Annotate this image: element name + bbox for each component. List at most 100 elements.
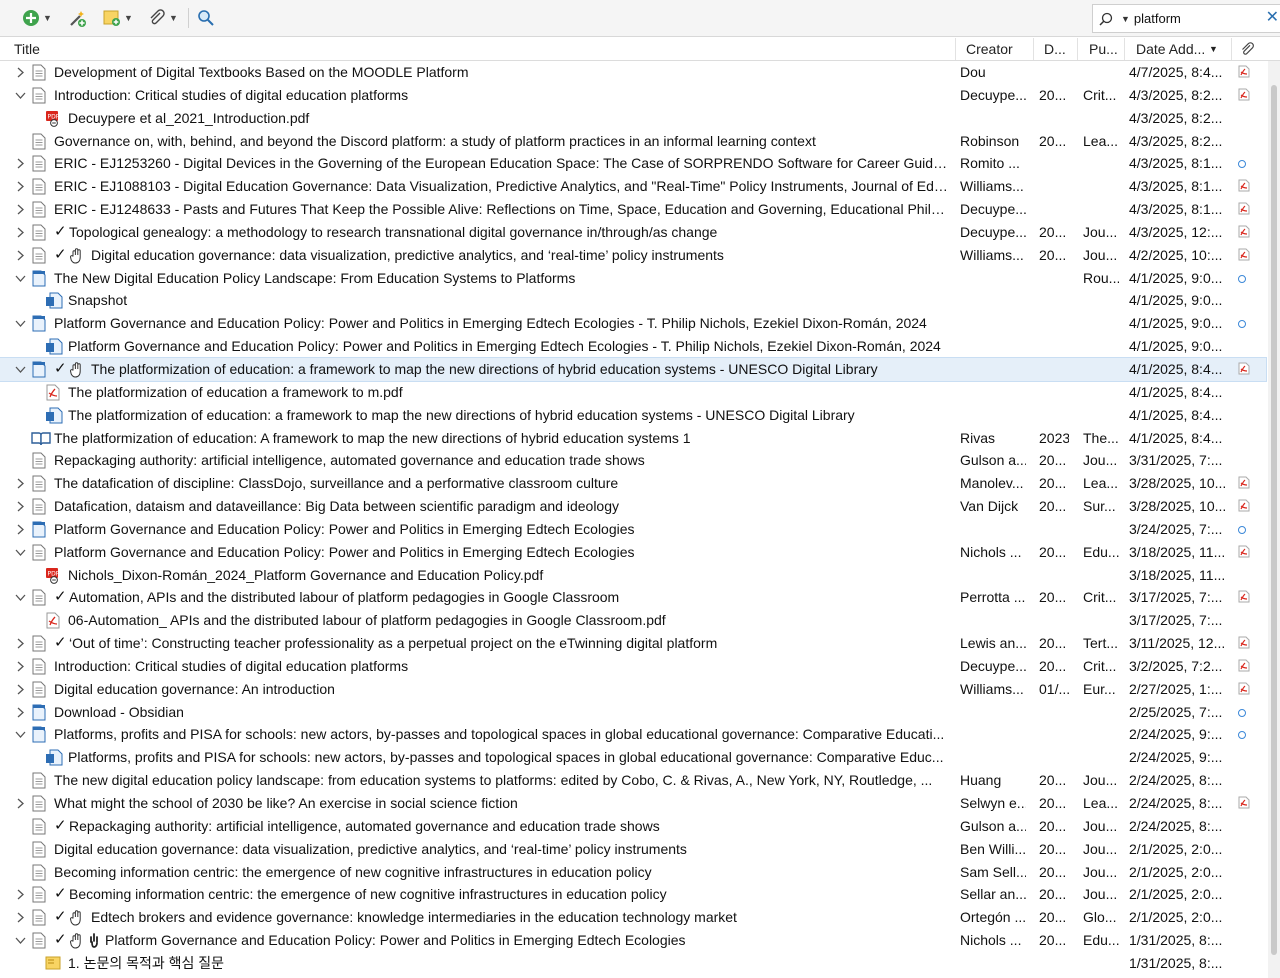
snapshot-attachment-icon[interactable] bbox=[1238, 312, 1256, 335]
column-divider[interactable] bbox=[955, 38, 956, 60]
chevron-right-icon[interactable] bbox=[15, 246, 27, 269]
column-title[interactable]: Title bbox=[14, 41, 40, 57]
scrollbar-thumb[interactable] bbox=[1271, 85, 1277, 955]
chevron-down-icon[interactable] bbox=[15, 588, 27, 611]
item-row[interactable]: Repackaging authority: artificial intell… bbox=[0, 449, 1266, 472]
clear-search-icon[interactable]: ✕ bbox=[1266, 7, 1279, 27]
column-divider[interactable] bbox=[1077, 38, 1078, 60]
chevron-down-icon[interactable] bbox=[15, 86, 27, 109]
item-row[interactable]: Digital education governance: data visua… bbox=[0, 838, 1266, 861]
chevron-right-icon[interactable] bbox=[15, 223, 27, 246]
add-by-identifier-button[interactable] bbox=[67, 6, 87, 30]
paperclip-icon[interactable] bbox=[1240, 42, 1255, 57]
item-row[interactable]: ✓ Topological genealogy: a methodology to… bbox=[0, 221, 1266, 244]
chevron-right-icon[interactable] bbox=[15, 908, 27, 931]
search-mode-dropdown[interactable]: ▼ bbox=[1121, 14, 1130, 24]
new-item-button[interactable]: ▼ bbox=[22, 6, 52, 30]
chevron-right-icon[interactable] bbox=[15, 794, 27, 817]
item-row[interactable]: Introduction: Critical studies of digita… bbox=[0, 655, 1266, 678]
chevron-right-icon[interactable] bbox=[15, 497, 27, 520]
chevron-down-icon[interactable] bbox=[15, 269, 27, 292]
item-row[interactable]: What might the school of 2030 be like? A… bbox=[0, 792, 1266, 815]
column-publication[interactable]: Pu... bbox=[1089, 41, 1118, 57]
column-divider[interactable] bbox=[1231, 38, 1232, 60]
snapshot-attachment-icon[interactable] bbox=[1238, 152, 1256, 175]
item-row[interactable]: ✓ The platformization of education: a fra… bbox=[0, 356, 1267, 383]
item-row[interactable]: Digital education governance: An introdu… bbox=[0, 678, 1266, 701]
chevron-right-icon[interactable] bbox=[15, 520, 27, 543]
attachment-row[interactable]: PDF Nichols_Dixon-Román_2024_Platform Gov… bbox=[0, 564, 1266, 587]
item-row[interactable]: ERIC - EJ1253260 - Digital Devices in th… bbox=[0, 152, 1266, 175]
chevron-down-icon[interactable] bbox=[15, 314, 27, 337]
pdf-attachment-icon[interactable] bbox=[1238, 632, 1256, 656]
pdf-attachment-icon[interactable] bbox=[1238, 655, 1256, 679]
chevron-right-icon[interactable] bbox=[15, 200, 27, 223]
attachment-row[interactable]: 1. 논문의 목적과 핵심 질문 1/31/2025, 8:... bbox=[0, 952, 1266, 975]
chevron-right-icon[interactable] bbox=[15, 474, 27, 497]
search-button[interactable] bbox=[197, 6, 215, 30]
item-row[interactable]: ✓ Digital education governance: data visu… bbox=[0, 244, 1266, 267]
chevron-right-icon[interactable] bbox=[15, 680, 27, 703]
chevron-down-icon[interactable] bbox=[15, 543, 27, 566]
item-row[interactable]: The platformization of education: A fram… bbox=[0, 427, 1266, 450]
pdf-attachment-icon[interactable] bbox=[1238, 175, 1256, 199]
pdf-attachment-icon[interactable] bbox=[1238, 472, 1256, 496]
chevron-down-icon[interactable] bbox=[15, 725, 27, 748]
snapshot-attachment-icon[interactable] bbox=[1238, 267, 1256, 290]
item-row[interactable]: Platform Governance and Education Policy… bbox=[0, 541, 1266, 564]
snapshot-attachment-icon[interactable] bbox=[1238, 723, 1256, 746]
item-row[interactable]: ERIC - EJ1088103 - Digital Education Gov… bbox=[0, 175, 1266, 198]
column-divider[interactable] bbox=[1124, 38, 1125, 60]
item-row[interactable]: ✓ Becoming information centric: the emerg… bbox=[0, 883, 1266, 906]
snapshot-attachment-icon[interactable] bbox=[1238, 518, 1256, 541]
attachment-row[interactable]: The platformization of education: a fram… bbox=[0, 404, 1266, 427]
item-row[interactable]: Becoming information centric: the emerge… bbox=[0, 861, 1266, 884]
attach-button[interactable]: ▼ bbox=[148, 6, 178, 30]
chevron-right-icon[interactable] bbox=[15, 657, 27, 680]
attachment-row[interactable]: 06-Automation_ APIs and the distributed … bbox=[0, 609, 1266, 632]
column-date-added[interactable]: Date Add... bbox=[1136, 41, 1205, 57]
item-row[interactable]: ERIC - EJ1248633 - Pasts and Futures Tha… bbox=[0, 198, 1266, 221]
pdf-attachment-icon[interactable] bbox=[1238, 678, 1256, 702]
pdf-attachment-icon[interactable] bbox=[1238, 495, 1256, 519]
item-row[interactable]: ✓ Edtech brokers and evidence governance:… bbox=[0, 906, 1266, 929]
search-field[interactable]: ▼ platform ✕ bbox=[1092, 4, 1280, 33]
item-row[interactable]: The datafication of discipline: ClassDoj… bbox=[0, 472, 1266, 495]
column-date[interactable]: D... bbox=[1044, 41, 1066, 57]
item-row[interactable]: ✓ Platform Governance and Education Polic… bbox=[0, 929, 1266, 952]
chevron-right-icon[interactable] bbox=[15, 885, 27, 908]
pdf-attachment-icon[interactable] bbox=[1238, 792, 1256, 816]
attachment-row[interactable]: Platform Governance and Education Policy… bbox=[0, 335, 1266, 358]
item-row[interactable]: ✓ ‘Out of time’: Constructing teacher pro… bbox=[0, 632, 1266, 655]
pdf-attachment-icon[interactable] bbox=[1238, 244, 1256, 268]
chevron-right-icon[interactable] bbox=[15, 63, 27, 86]
item-row[interactable]: Governance on, with, behind, and beyond … bbox=[0, 130, 1266, 153]
attachment-row[interactable]: Platforms, profits and PISA for schools:… bbox=[0, 746, 1266, 769]
chevron-down-icon[interactable] bbox=[15, 360, 27, 383]
pdf-attachment-icon[interactable] bbox=[1238, 84, 1256, 108]
chevron-down-icon[interactable] bbox=[15, 931, 27, 954]
item-row[interactable]: Platforms, profits and PISA for schools:… bbox=[0, 723, 1266, 746]
snapshot-attachment-icon[interactable] bbox=[1238, 701, 1256, 724]
column-divider[interactable] bbox=[1033, 38, 1034, 60]
pdf-attachment-icon[interactable] bbox=[1238, 198, 1256, 222]
item-row[interactable]: Platform Governance and Education Policy… bbox=[0, 312, 1266, 335]
item-row[interactable]: Download - Obsidian 2/25/2025, 7:... bbox=[0, 701, 1266, 724]
vertical-scrollbar[interactable] bbox=[1268, 61, 1280, 978]
pdf-attachment-icon[interactable] bbox=[1238, 358, 1256, 382]
pdf-attachment-icon[interactable] bbox=[1238, 586, 1256, 610]
item-row[interactable]: ✓ Repackaging authority: artificial intel… bbox=[0, 815, 1266, 838]
pdf-attachment-icon[interactable] bbox=[1238, 541, 1256, 565]
chevron-right-icon[interactable] bbox=[15, 634, 27, 657]
attachment-row[interactable]: PDF Decuypere et al_2021_Introduction.pdf… bbox=[0, 107, 1266, 130]
item-row[interactable]: The New Digital Education Policy Landsca… bbox=[0, 267, 1266, 290]
item-row[interactable]: The new digital education policy landsca… bbox=[0, 769, 1266, 792]
item-row[interactable]: ✓ Automation, APIs and the distributed la… bbox=[0, 586, 1266, 609]
pdf-attachment-icon[interactable] bbox=[1238, 221, 1256, 245]
chevron-right-icon[interactable] bbox=[15, 177, 27, 200]
chevron-right-icon[interactable] bbox=[15, 154, 27, 177]
item-row[interactable]: Introduction: Critical studies of digita… bbox=[0, 84, 1266, 107]
attachment-row[interactable]: Snapshot 4/1/2025, 9:0... bbox=[0, 289, 1266, 312]
item-row[interactable]: Development of Digital Textbooks Based o… bbox=[0, 61, 1266, 84]
new-note-button[interactable]: ▼ bbox=[103, 6, 133, 30]
